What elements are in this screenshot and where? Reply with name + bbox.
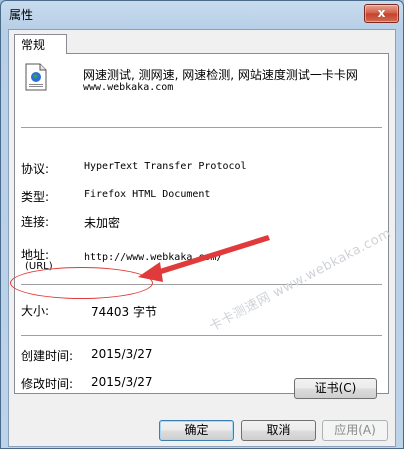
created-label: 创建时间: <box>21 349 74 363</box>
html-document-icon <box>25 63 47 91</box>
address-value: http://www.webkaka.com/ <box>84 252 223 263</box>
certificate-button[interactable]: 证书(C) <box>294 378 377 399</box>
tab-general[interactable]: 常规 <box>14 34 67 54</box>
cancel-button[interactable]: 取消 <box>241 420 316 441</box>
general-panel: 网速测试, 测网速, 网速检测, 网站速度测试一卡卡网 www.webkaka.… <box>14 53 389 394</box>
dialog-client-area: 常规 网速测试, 测网速, 网速检测, 网站速度测试一卡卡网 www.webka… <box>8 29 396 447</box>
protocol-label: 协议: <box>21 162 50 176</box>
connection-label: 连接: <box>21 215 50 229</box>
close-button[interactable]: x <box>364 4 399 23</box>
title-bar[interactable]: 属性 x <box>1 1 403 27</box>
file-url: www.webkaka.com <box>83 82 174 93</box>
size-value: 74403 字节 <box>91 305 157 319</box>
modified-value: 2015/3/27 <box>91 375 153 389</box>
size-label: 大小: <box>21 304 50 318</box>
apply-button[interactable]: 应用(A) <box>322 420 388 441</box>
protocol-value: HyperText Transfer Protocol <box>84 161 247 172</box>
type-label: 类型: <box>21 190 50 204</box>
modified-label: 修改时间: <box>21 377 74 391</box>
size-highlight-ellipse <box>10 267 153 299</box>
window-title: 属性 <box>9 8 34 22</box>
file-name: 网速测试, 测网速, 网速检测, 网站速度测试一卡卡网 <box>83 68 358 82</box>
type-value: Firefox HTML Document <box>84 189 211 200</box>
properties-dialog: 属性 x 常规 网速测试, 测网速, 网速检测, 网站速度测试一卡卡网 www.… <box>0 0 404 449</box>
ok-button[interactable]: 确定 <box>159 420 234 441</box>
separator <box>21 127 382 129</box>
connection-value: 未加密 <box>84 216 121 230</box>
created-value: 2015/3/27 <box>91 347 153 361</box>
separator <box>21 335 382 337</box>
